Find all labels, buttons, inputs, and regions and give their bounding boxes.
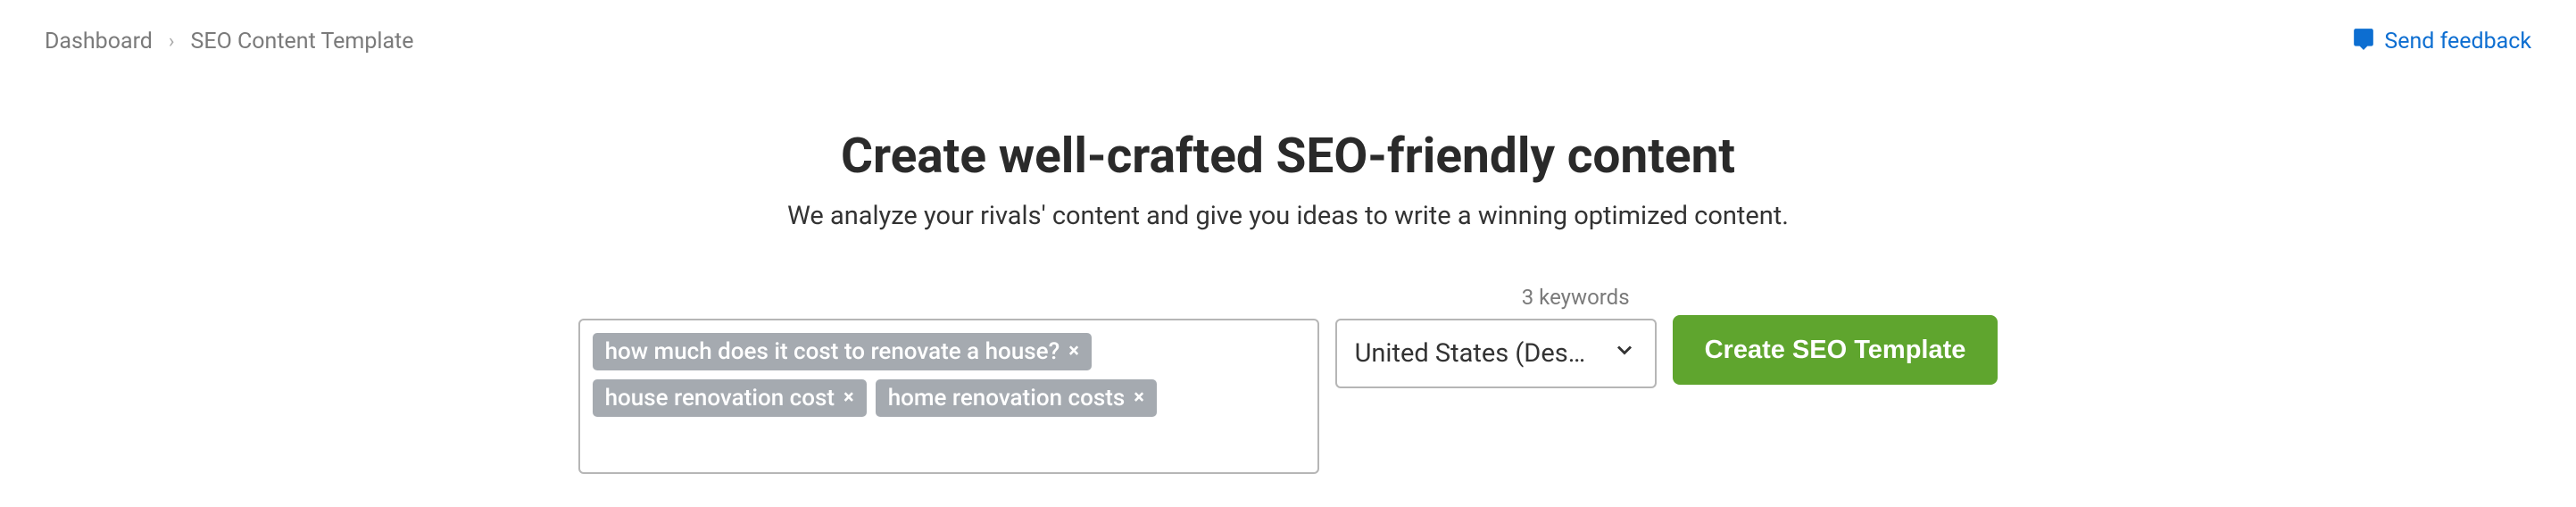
form-area: 3 keywords how much does it cost to reno… xyxy=(0,285,2576,474)
breadcrumb: Dashboard › SEO Content Template xyxy=(45,29,414,54)
close-icon[interactable]: × xyxy=(843,388,854,408)
keyword-tag: how much does it cost to renovate a hous… xyxy=(593,333,1092,370)
keyword-tag-label: home renovation costs xyxy=(888,385,1126,411)
send-feedback-link[interactable]: Send feedback xyxy=(2352,27,2531,56)
page-title: Create well-crafted SEO-friendly content xyxy=(0,128,2576,185)
keyword-tag: house renovation cost × xyxy=(593,379,867,417)
keyword-tag: home renovation costs × xyxy=(876,379,1157,417)
create-seo-template-button[interactable]: Create SEO Template xyxy=(1673,315,1998,385)
location-select[interactable]: United States (Des… xyxy=(1335,319,1657,388)
keyword-tag-label: house renovation cost xyxy=(605,385,835,411)
close-icon[interactable]: × xyxy=(1134,388,1144,408)
keyword-count-label: 3 keywords xyxy=(1522,285,1630,310)
breadcrumb-current: SEO Content Template xyxy=(191,29,414,54)
keyword-tag-label: how much does it cost to renovate a hous… xyxy=(605,338,1060,365)
speech-bubble-icon xyxy=(2352,27,2375,56)
keywords-input[interactable]: how much does it cost to renovate a hous… xyxy=(578,319,1319,474)
chevron-down-icon xyxy=(1612,337,1637,370)
page-subtitle: We analyze your rivals' content and give… xyxy=(0,201,2576,231)
send-feedback-label: Send feedback xyxy=(2384,29,2531,54)
chevron-right-icon: › xyxy=(169,30,175,53)
close-icon[interactable]: × xyxy=(1068,342,1079,362)
breadcrumb-dashboard[interactable]: Dashboard xyxy=(45,29,153,54)
location-selected-value: United States (Des… xyxy=(1355,338,1586,369)
